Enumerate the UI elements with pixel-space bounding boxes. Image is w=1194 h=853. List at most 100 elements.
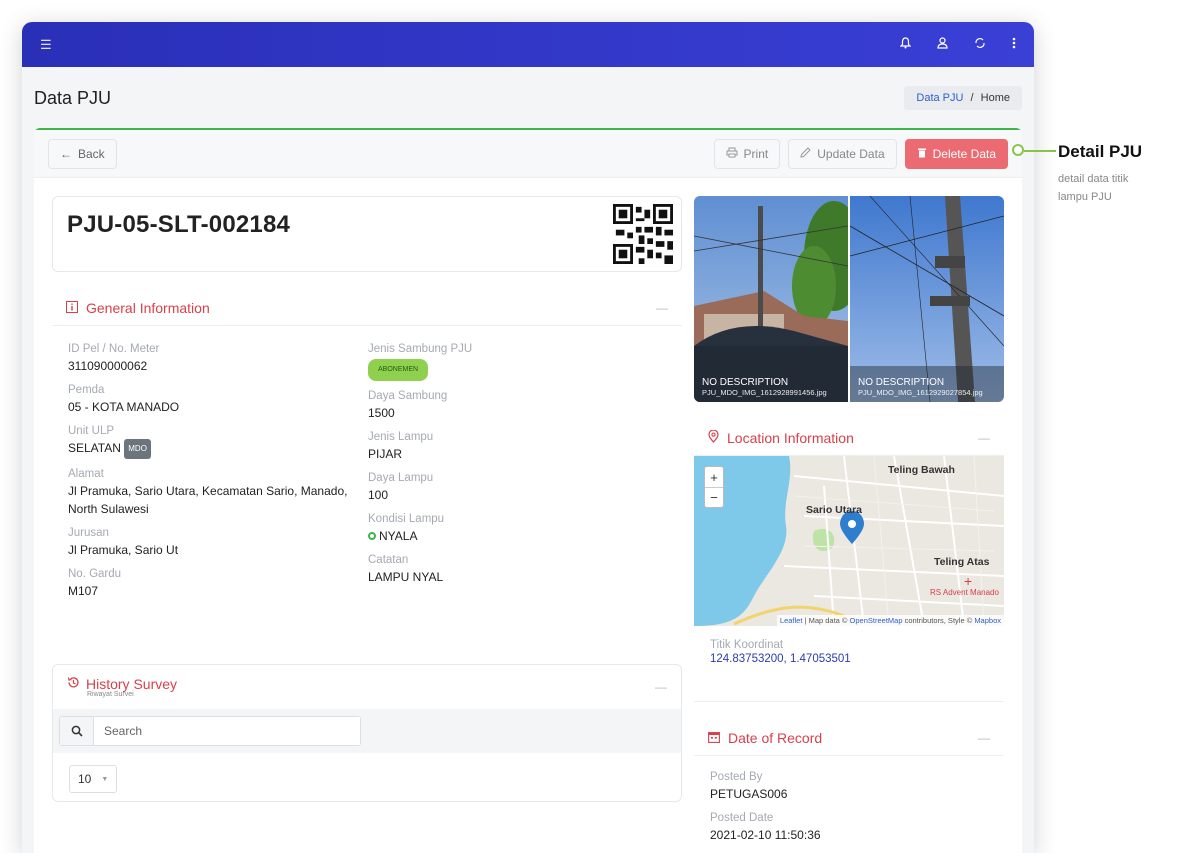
update-data-button[interactable]: Update Data <box>788 138 897 169</box>
posted-date-value: 2021-02-10 11:50:36 <box>710 828 821 842</box>
location-information-header[interactable]: Location Information — <box>694 420 1004 456</box>
svg-text:+: + <box>964 573 972 589</box>
id-pel-label: ID Pel / No. Meter <box>68 343 160 355</box>
collapse-button[interactable]: — <box>656 301 668 315</box>
mapbox-link[interactable]: Mapbox <box>974 616 1001 625</box>
callout-line <box>1024 150 1056 152</box>
daya-lampu-value: 100 <box>368 488 389 502</box>
location-information-title: Location Information <box>727 429 854 446</box>
general-info-left-column: ID Pel / No. Meter 311090000062 Pemda 05 -… <box>68 342 368 608</box>
daya-lampu-label: Daya Lampu <box>368 472 434 484</box>
jenis-lampu-label: Jenis Lampu <box>368 431 434 443</box>
info-icon <box>66 300 78 316</box>
map-attribution: Leaflet | Map data © OpenStreetMap contr… <box>776 615 1004 626</box>
coordinates-block: Titik Koordinat 124.83753200, 1.47053501 <box>694 626 1004 702</box>
trash-icon <box>917 147 927 161</box>
delete-data-button-label: Delete Data <box>932 146 996 161</box>
history-survey-header[interactable]: History Survey Riwayat Survei — <box>53 665 681 709</box>
id-pel-value: 311090000062 <box>68 359 148 373</box>
menu-icon[interactable]: ☰ <box>40 37 52 53</box>
print-button[interactable]: Print <box>713 138 781 169</box>
photo-description: NO DESCRIPTION <box>702 377 789 388</box>
collapse-button[interactable]: — <box>978 731 990 745</box>
collapse-button[interactable]: — <box>655 680 667 694</box>
kondisi-lampu-label: Kondisi Lampu <box>368 513 445 525</box>
breadcrumb-current: Home <box>980 92 1010 104</box>
history-survey-subtitle: Riwayat Survei <box>87 691 134 698</box>
search-icon[interactable] <box>60 717 94 745</box>
location-map[interactable]: + + − Teling Bawah Sario Utara Teling At… <box>694 456 1004 626</box>
user-icon[interactable] <box>937 37 948 52</box>
street-photo-image <box>850 196 1004 402</box>
history-survey-section: History Survey Riwayat Survei — 10 ▼ <box>52 664 682 802</box>
map-label-teling-atas: Teling Atas <box>934 556 990 568</box>
printer-icon <box>726 147 738 161</box>
photo-gallery: NO DESCRIPTION PJU_MDO_IMG_1612928991456… <box>694 196 1004 402</box>
qr-code-icon <box>613 204 673 264</box>
general-information-header[interactable]: General Information — <box>52 290 682 326</box>
collapse-button[interactable]: — <box>978 431 990 445</box>
posted-by-label: Posted By <box>710 771 763 783</box>
map-pin-icon <box>708 428 719 446</box>
date-of-record-header[interactable]: Date of Record — <box>694 720 1004 756</box>
top-navbar: ☰ <box>22 22 1034 67</box>
openstreetmap-link[interactable]: OpenStreetMap <box>850 616 903 625</box>
posted-date-label: Posted Date <box>710 812 774 824</box>
street-photo-image <box>694 196 848 402</box>
general-information-section: General Information — ID Pel / No. Meter… <box>52 290 682 608</box>
daya-sambung-label: Daya Sambung <box>368 390 448 402</box>
back-button-label: Back <box>78 146 105 161</box>
bell-icon[interactable] <box>899 37 912 52</box>
photo-thumbnail[interactable]: NO DESCRIPTION PJU_MDO_IMG_1612928991456… <box>694 196 848 402</box>
pju-id-box: PJU-05-SLT-002184 <box>52 196 682 272</box>
photo-thumbnail[interactable]: NO DESCRIPTION PJU_MDO_IMG_1612929027854… <box>850 196 1004 402</box>
leaflet-link[interactable]: Leaflet <box>780 616 803 625</box>
jenis-lampu-value: PIJAR <box>368 447 403 461</box>
alamat-label: Alamat <box>68 468 104 480</box>
catatan-label: Catatan <box>368 554 409 566</box>
calendar-icon <box>708 730 720 746</box>
no-gardu-label: No. Gardu <box>68 568 122 580</box>
pemda-label: Pemda <box>68 384 105 396</box>
photo-filename: PJU_MDO_IMG_1612928991456.jpg <box>702 388 827 397</box>
more-vertical-icon[interactable] <box>1012 37 1016 52</box>
print-button-label: Print <box>743 146 769 161</box>
back-button[interactable]: ← Back <box>48 138 117 169</box>
titik-koordinat-value: 124.83753200, 1.47053501 <box>710 653 851 665</box>
breadcrumb: Data PJU / Home <box>904 86 1022 110</box>
page-header: Data PJU Data PJU / Home <box>22 67 1034 115</box>
location-information-section: Location Information — + + − Teling Bawa… <box>694 420 1004 702</box>
annotation-title: Detail PJU <box>1058 142 1143 161</box>
breadcrumb-link-data-pju[interactable]: Data PJU <box>916 92 963 104</box>
action-toolbar: ← Back Print Update Data Delete Data <box>34 130 1022 178</box>
photo-filename: PJU_MDO_IMG_1612929027854.jpg <box>858 388 983 397</box>
jurusan-label: Jurusan <box>68 527 109 539</box>
unit-ulp-value: SELATAN <box>68 441 121 455</box>
jenis-sambung-label: Jenis Sambung PJU <box>368 343 473 355</box>
ulp-badge: MDO <box>124 439 151 459</box>
zoom-in-button[interactable]: + <box>705 467 723 487</box>
zoom-out-button[interactable]: − <box>705 487 723 507</box>
arrow-left-icon: ← <box>60 146 72 161</box>
annotation-description: detail data titik lampu PJU <box>1058 173 1129 203</box>
search-box <box>59 716 361 746</box>
catatan-value: LAMPU NYAL <box>368 570 444 584</box>
search-row <box>53 709 681 753</box>
date-of-record-section: Date of Record — Posted By PETUGAS006 Pos… <box>694 720 1004 853</box>
detail-card: ← Back Print Update Data Delete Data PJU… <box>34 128 1022 853</box>
general-info-right-column: Jenis Sambung PJU ABONEMEN Daya Sambung 15… <box>368 342 666 608</box>
history-icon <box>67 676 80 691</box>
page-title: Data PJU <box>34 87 112 108</box>
unit-ulp-label: Unit ULP <box>68 425 115 437</box>
pju-id: PJU-05-SLT-002184 <box>67 211 291 238</box>
delete-data-button[interactable]: Delete Data <box>904 138 1008 169</box>
general-information-title: General Information <box>86 299 210 316</box>
page-size-select[interactable]: 10 ▼ <box>69 765 118 793</box>
sync-icon[interactable] <box>974 37 986 52</box>
jenis-sambung-badge: ABONEMEN <box>368 359 429 381</box>
map-data-text: | Map data © <box>802 616 850 625</box>
map-label-teling-bawah: Teling Bawah <box>888 464 955 476</box>
search-input[interactable] <box>94 717 360 745</box>
daya-sambung-value: 1500 <box>368 406 395 420</box>
map-label-sario-utara: Sario Utara <box>806 504 863 516</box>
